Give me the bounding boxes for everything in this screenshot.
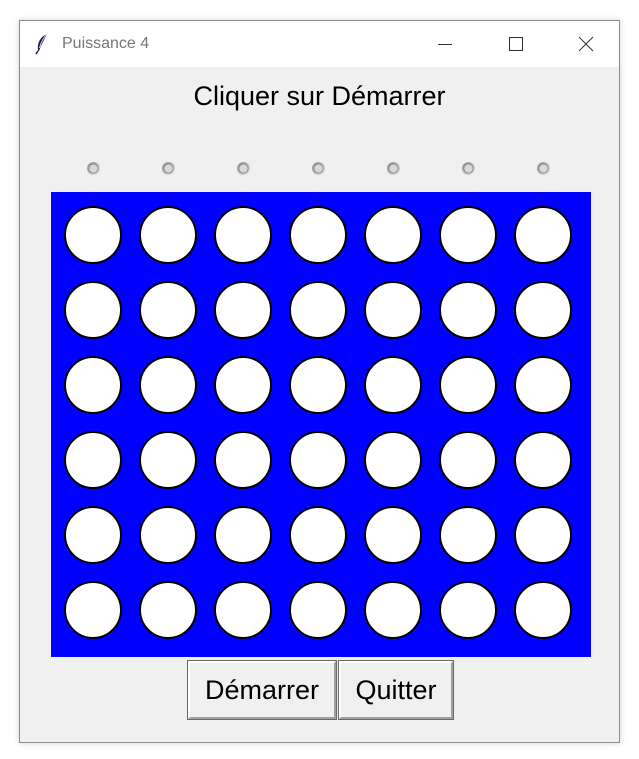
board-cell xyxy=(214,281,272,339)
board-cell xyxy=(139,506,197,564)
board-cell xyxy=(514,356,572,414)
board-cell xyxy=(64,506,122,564)
board-cell xyxy=(439,281,497,339)
board-cell xyxy=(139,281,197,339)
board-cell xyxy=(289,431,347,489)
close-button[interactable] xyxy=(557,21,615,67)
board-cell xyxy=(514,581,572,639)
game-board[interactable] xyxy=(51,192,591,657)
board-cell xyxy=(64,581,122,639)
board-cell xyxy=(214,431,272,489)
window-title: Puissance 4 xyxy=(62,35,150,52)
start-button[interactable]: Démarrer xyxy=(187,660,337,720)
board-cell xyxy=(139,206,197,264)
board-cell xyxy=(514,506,572,564)
board-cell xyxy=(289,506,347,564)
board-cell xyxy=(289,581,347,639)
board-cell xyxy=(64,431,122,489)
board-cell xyxy=(364,431,422,489)
board-cell xyxy=(64,206,122,264)
column-radio-1[interactable] xyxy=(86,161,101,176)
board-cell xyxy=(64,356,122,414)
minimize-icon xyxy=(438,44,452,45)
board-cell xyxy=(289,281,347,339)
board-cell xyxy=(364,356,422,414)
board-cell xyxy=(364,281,422,339)
column-radio-4[interactable] xyxy=(311,161,326,176)
column-radio-2[interactable] xyxy=(161,161,176,176)
board-cell xyxy=(214,506,272,564)
board-cell xyxy=(439,581,497,639)
board-cell xyxy=(364,581,422,639)
board-cell xyxy=(364,506,422,564)
board-cell xyxy=(214,356,272,414)
close-icon xyxy=(578,36,594,52)
board-cell xyxy=(214,206,272,264)
column-radio-7[interactable] xyxy=(536,161,551,176)
board-cell xyxy=(139,581,197,639)
board-cell xyxy=(139,356,197,414)
status-message: Cliquer sur Démarrer xyxy=(193,81,446,111)
board-cell xyxy=(514,206,572,264)
maximize-icon xyxy=(509,37,523,51)
board-cell xyxy=(514,431,572,489)
board-cell xyxy=(514,281,572,339)
title-bar[interactable]: Puissance 4 xyxy=(20,21,619,67)
column-radio-6[interactable] xyxy=(461,161,476,176)
board-cell xyxy=(439,431,497,489)
maximize-button[interactable] xyxy=(487,21,545,67)
board-cell xyxy=(214,581,272,639)
board-cell xyxy=(139,431,197,489)
column-radio-5[interactable] xyxy=(386,161,401,176)
feather-icon xyxy=(34,33,50,55)
column-radio-3[interactable] xyxy=(236,161,251,176)
board-cell xyxy=(439,506,497,564)
board-cell xyxy=(289,356,347,414)
board-cell xyxy=(364,206,422,264)
app-window: Puissance 4 Cliquer sur Démarrer Démarre… xyxy=(19,20,620,743)
minimize-button[interactable] xyxy=(416,21,474,67)
board-cell xyxy=(64,281,122,339)
board-cell xyxy=(289,206,347,264)
board-cell xyxy=(439,356,497,414)
board-cell xyxy=(439,206,497,264)
quit-button[interactable]: Quitter xyxy=(338,660,454,720)
